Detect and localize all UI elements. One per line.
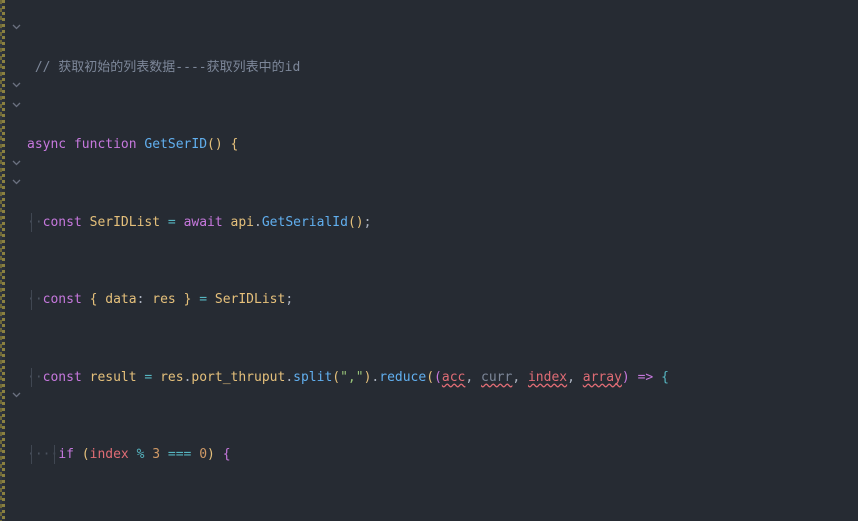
code-line[interactable]: ··const SerIDList = await api.GetSerialI… [27,212,858,233]
fold-chevron-down-icon[interactable] [7,77,25,96]
code-line[interactable]: async function GetSerID() { [27,135,858,154]
fold-chevron-down-icon[interactable] [7,97,25,116]
code-line[interactable]: ··const result = res.port_thruput.split(… [27,367,858,387]
fold-chevron-down-icon[interactable] [7,19,25,38]
code-line[interactable]: // 获取初始的列表数据----获取列表中的id [27,58,858,77]
folding-gutter[interactable] [5,0,27,521]
line-1-comment: // 获取初始的列表数据----获取列表中的id [34,60,301,76]
code-line[interactable]: ··const { data: res } = SerIDList; [27,290,858,310]
changed-lines-strip[interactable] [0,0,5,521]
fold-chevron-down-icon[interactable] [7,155,25,174]
code-line[interactable]: ····if (index % 3 === 0) { [27,444,858,465]
code-content[interactable]: // 获取初始的列表数据----获取列表中的id async function … [27,0,858,521]
code-editor[interactable]: // 获取初始的列表数据----获取列表中的id async function … [0,0,858,521]
fold-chevron-down-icon[interactable] [7,387,25,406]
fold-chevron-down-icon[interactable] [7,174,25,193]
